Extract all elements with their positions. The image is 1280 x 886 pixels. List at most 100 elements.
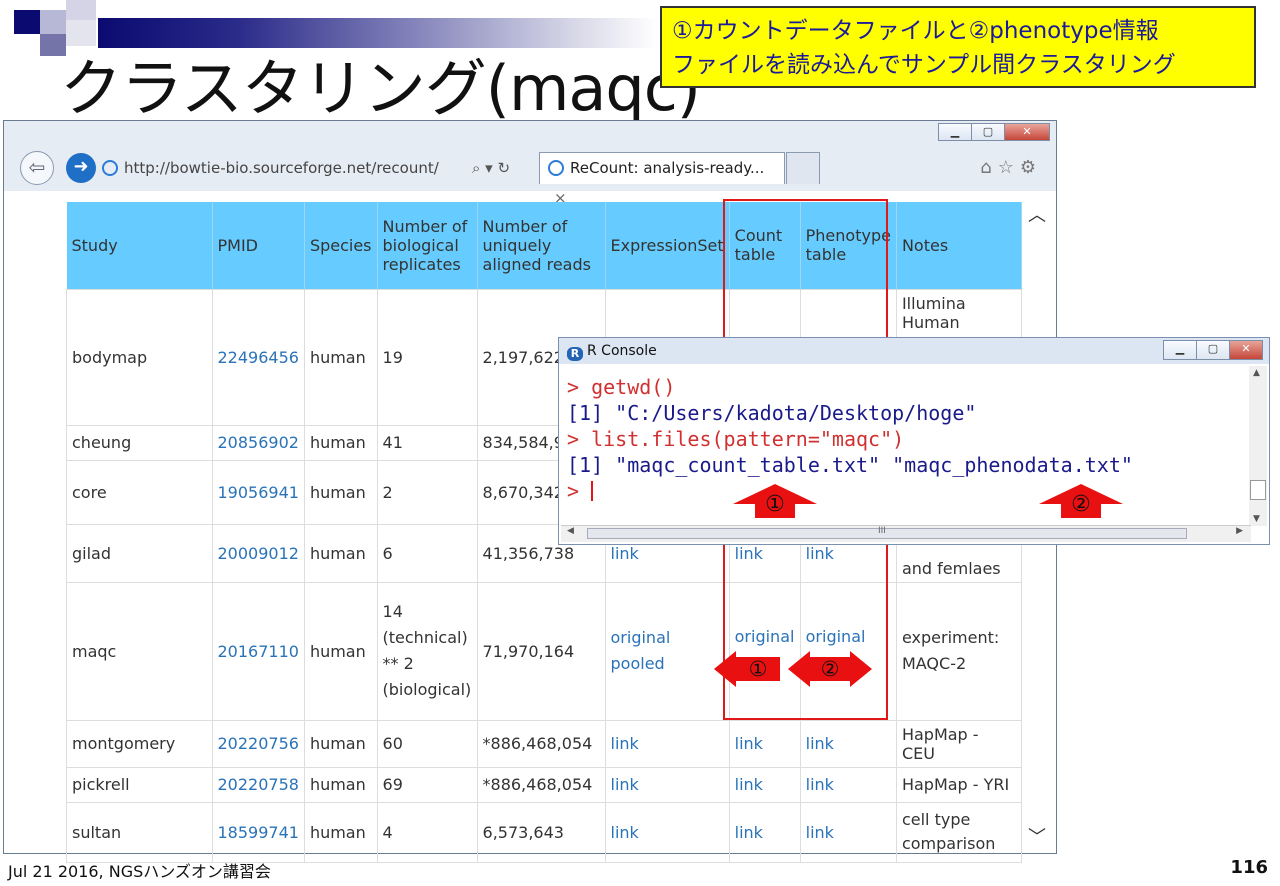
- arrow-up-1: ①: [733, 484, 817, 518]
- browser-frame: ▁ ▢ ✕ ⇦ ➜ http://bowtie-bio.sourceforge.…: [4, 121, 1056, 207]
- arrow-left-1: ①: [714, 651, 780, 687]
- window-controls: ▁ ▢ ✕: [938, 123, 1050, 141]
- note-line-2: ファイルを読み込んでサンプル間クラスタリング: [672, 52, 1176, 78]
- cell-study: pickrell: [66, 766, 213, 803]
- prompt-symbol: >: [567, 479, 580, 503]
- cell-study: maqc: [66, 581, 213, 721]
- arrow-head: [714, 651, 736, 687]
- cell-study: sultan: [66, 801, 213, 863]
- arrow-label-b2: ②: [810, 657, 850, 681]
- cell-pheno-link[interactable]: link: [799, 801, 897, 863]
- star-icon[interactable]: ☆: [998, 157, 1020, 178]
- cell-pmid-link[interactable]: 20220758: [211, 766, 305, 803]
- slide-title: クラスタリング(maqc): [60, 52, 701, 125]
- arrow-up-2: ②: [1039, 484, 1123, 518]
- slide-footer: Jul 21 2016, NGSハンズオン講習会: [8, 862, 271, 881]
- r-hscroll-grip: III: [878, 526, 886, 536]
- r-logo-icon: R: [567, 347, 583, 361]
- new-tab-button[interactable]: [786, 152, 820, 184]
- toolbar-icons: ⌂☆⚙: [980, 157, 1042, 178]
- cell-replicates: 41: [376, 424, 478, 461]
- title-gradient-bar: [98, 18, 658, 48]
- text-caret: [591, 481, 594, 501]
- search-refresh-icons[interactable]: ⌕ ▾ ↻: [472, 155, 510, 181]
- r-scroll-left-icon[interactable]: ◀: [567, 526, 574, 536]
- col-notes: Notes: [896, 202, 1022, 289]
- cell-pmid-link[interactable]: 20220756: [211, 719, 305, 768]
- cell-notes: cell type comparison: [895, 801, 1022, 863]
- console-prompt[interactable]: >: [567, 478, 1239, 504]
- cell-species: human: [303, 581, 378, 721]
- arrow-label-2: ②: [1071, 492, 1091, 517]
- cell-eset-link[interactable]: link: [604, 801, 730, 863]
- cell-species: human: [303, 523, 378, 583]
- deco-square-5: [66, 20, 96, 46]
- r-console-window: R R Console ▁ ▢ ✕ > getwd() [1] "C:/Users…: [558, 337, 1270, 545]
- close-button[interactable]: ✕: [1004, 123, 1050, 141]
- scroll-up-icon[interactable]: ︿: [1028, 201, 1046, 227]
- cell-pmid-link[interactable]: 22496456: [211, 288, 305, 426]
- r-maximize-button[interactable]: ▢: [1196, 340, 1230, 360]
- home-icon[interactable]: ⌂: [980, 157, 997, 178]
- col-species: Species: [304, 202, 378, 289]
- cell-count-link[interactable]: link: [728, 801, 801, 863]
- r-console-titlebar: R R Console ▁ ▢ ✕: [559, 338, 1269, 364]
- r-vscroll-thumb[interactable]: [1250, 480, 1266, 500]
- r-scroll-down-icon[interactable]: ▼: [1253, 514, 1260, 524]
- address-bar[interactable]: http://bowtie-bio.sourceforge.net/recoun…: [102, 155, 532, 181]
- r-scroll-right-icon[interactable]: ▶: [1236, 526, 1243, 536]
- console-line-2: [1] "C:/Users/kadota/Desktop/hoge": [567, 401, 977, 425]
- cell-study: montgomery: [66, 719, 213, 768]
- arrow-label-b1: ①: [736, 657, 780, 681]
- address-text: http://bowtie-bio.sourceforge.net/recoun…: [124, 159, 439, 177]
- maximize-button[interactable]: ▢: [971, 123, 1005, 141]
- cell-count-link[interactable]: link: [728, 719, 801, 768]
- col-expressionset: ExpressionSet: [605, 202, 730, 289]
- cell-eset-link[interactable]: link: [604, 719, 730, 768]
- cell-pheno-link[interactable]: link: [799, 766, 897, 803]
- r-hscroll-thumb[interactable]: III: [587, 526, 1187, 539]
- cell-pmid-link[interactable]: 20167110: [211, 581, 305, 721]
- r-scroll-up-icon[interactable]: ▲: [1253, 368, 1260, 378]
- cell-replicates: 4: [376, 801, 478, 863]
- arrow-left-2: ②: [788, 651, 872, 687]
- cell-study: cheung: [66, 424, 213, 461]
- cell-species: human: [303, 459, 378, 525]
- console-line-4: [1] "maqc_count_table.txt" "maqc_phenoda…: [567, 453, 1133, 477]
- deco-square-3: [66, 0, 96, 20]
- tab-recount[interactable]: ReCount: analysis-ready... ×: [539, 152, 785, 207]
- back-button[interactable]: ⇦: [20, 151, 54, 185]
- cell-pmid-link[interactable]: 18599741: [211, 801, 305, 863]
- scroll-down-icon[interactable]: ﹀: [1028, 823, 1046, 849]
- cell-eset-link[interactable]: original pooled: [604, 581, 730, 721]
- arrow-tail: [850, 651, 872, 687]
- r-console-output[interactable]: > getwd() [1] "C:/Users/kadota/Desktop/h…: [567, 374, 1239, 504]
- deco-square-1: [14, 10, 40, 34]
- minimize-button[interactable]: ▁: [938, 123, 972, 141]
- cell-pmid-link[interactable]: 20009012: [211, 523, 305, 583]
- table-row: pickrell 20220758 human 69 *886,468,054 …: [66, 766, 1022, 803]
- cell-pmid-link[interactable]: 19056941: [211, 459, 305, 525]
- cell-reads: 6,573,643: [476, 801, 606, 863]
- cell-eset-link[interactable]: link: [604, 766, 730, 803]
- cell-replicates: 14 (technical) ** 2 (biological): [376, 581, 478, 721]
- tab-ie-icon: [548, 160, 564, 176]
- r-console-hscrollbar[interactable]: ◀ III ▶: [561, 525, 1251, 542]
- table-row: montgomery 20220756 human 60 *886,468,05…: [66, 719, 1022, 768]
- cell-count-link[interactable]: link: [728, 766, 801, 803]
- cell-pheno-link[interactable]: link: [799, 719, 897, 768]
- cell-replicates: 6: [376, 523, 478, 583]
- r-close-button[interactable]: ✕: [1229, 340, 1263, 360]
- r-console-controls: ▁ ▢ ✕: [1163, 340, 1263, 360]
- cell-pmid-link[interactable]: 20856902: [211, 424, 305, 461]
- cell-notes: HapMap - CEU: [895, 719, 1022, 768]
- forward-button[interactable]: ➜: [66, 153, 96, 183]
- cell-species: human: [303, 801, 378, 863]
- r-minimize-button[interactable]: ▁: [1163, 340, 1197, 360]
- cell-study: gilad: [66, 523, 213, 583]
- gear-icon[interactable]: ⚙: [1020, 157, 1042, 178]
- cell-species: human: [303, 719, 378, 768]
- cell-species: human: [303, 766, 378, 803]
- arrow-label-1: ①: [765, 492, 785, 517]
- r-console-vscrollbar[interactable]: ▲ ▼: [1249, 366, 1267, 526]
